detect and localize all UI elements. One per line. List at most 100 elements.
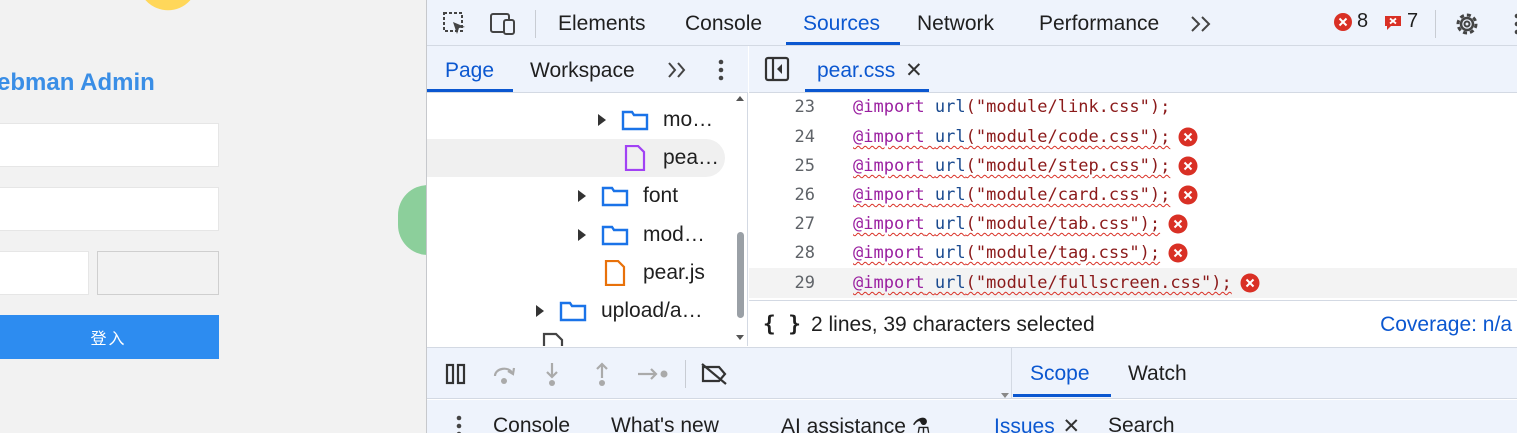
login-button[interactable]: 登入: [0, 315, 219, 359]
devtools-panel: Elements Console Sources Network Perform…: [426, 0, 1517, 433]
code-keyword: @import: [853, 185, 925, 205]
scroll-down-arrow-icon[interactable]: [735, 334, 745, 342]
code-text: @import url("module/link.css");: [853, 97, 1170, 117]
code-line[interactable]: 23 @import url("module/link.css");: [749, 92, 1517, 122]
open-file-tab[interactable]: pear.css ✕: [817, 46, 923, 93]
devtools-main-toolbar: Elements Console Sources Network Perform…: [427, 0, 1517, 46]
close-tab-icon[interactable]: ✕: [1063, 415, 1081, 433]
tab-scope[interactable]: Scope: [1030, 348, 1090, 398]
editor-tab-strip: pear.css ✕: [749, 46, 1517, 93]
drawer-tab-issues[interactable]: Issues ✕: [994, 414, 1080, 433]
toggle-navigator-icon[interactable]: [763, 55, 791, 83]
tree-folder[interactable]: upload/a…: [533, 292, 703, 330]
code-argument: ("module/fullscreen.css");: [965, 273, 1232, 293]
step-into-icon[interactable]: [537, 359, 567, 389]
tab-elements[interactable]: Elements: [558, 0, 646, 46]
tab-page[interactable]: Page: [445, 46, 494, 93]
code-line[interactable]: 25 @import url("module/step.css");: [749, 151, 1517, 181]
error-badge-icon[interactable]: [1168, 243, 1188, 263]
resize-handle-icon[interactable]: [1001, 393, 1009, 399]
more-tabs-chevron-icon[interactable]: [1187, 10, 1215, 38]
tree-folder[interactable]: mo…: [595, 101, 713, 139]
step-out-icon[interactable]: [587, 359, 617, 389]
tree-folder[interactable]: mod…: [575, 216, 705, 254]
code-function: url: [934, 243, 966, 263]
line-number: 24: [794, 127, 815, 147]
step-icon[interactable]: [635, 359, 671, 389]
issues-counter[interactable]: 7: [1383, 10, 1418, 33]
tab-watch[interactable]: Watch: [1128, 348, 1187, 398]
device-toolbar-icon[interactable]: [489, 10, 517, 38]
code-line-current[interactable]: 29 @import url("module/fullscreen.css");: [749, 268, 1517, 298]
tree-file-partial[interactable]: [539, 330, 581, 346]
drawer-tab-search[interactable]: Search: [1108, 414, 1175, 433]
captcha-field[interactable]: [0, 251, 89, 295]
scroll-up-arrow-icon[interactable]: [735, 94, 745, 102]
debugger-toolbar: Scope Watch: [427, 347, 1517, 399]
code-line[interactable]: 27 @import url("module/tab.css");: [749, 209, 1517, 239]
line-number: 26: [794, 185, 815, 205]
caret-right-icon[interactable]: [575, 189, 589, 203]
settings-gear-icon[interactable]: [1453, 10, 1481, 38]
code-line[interactable]: 26 @import url("module/card.css");: [749, 180, 1517, 210]
pretty-print-braces-icon[interactable]: { }: [763, 312, 801, 336]
drawer-menu-icon[interactable]: [445, 412, 473, 433]
folder-icon: [621, 107, 649, 133]
code-keyword: @import: [853, 243, 925, 263]
pause-icon[interactable]: [441, 359, 471, 389]
drawer-tab-issues-label: Issues: [994, 415, 1055, 433]
captcha-image[interactable]: [97, 251, 219, 295]
tree-item-label: mod…: [643, 223, 705, 246]
tab-performance[interactable]: Performance: [1039, 0, 1159, 46]
tree-folder[interactable]: font: [575, 177, 678, 215]
coverage-link[interactable]: Coverage: n/a: [1380, 313, 1512, 337]
active-tab-indicator: [786, 42, 900, 45]
error-badge-icon[interactable]: [1178, 156, 1198, 176]
tab-network[interactable]: Network: [917, 0, 994, 46]
error-badge-icon[interactable]: [1178, 127, 1198, 147]
page-title: ebman Admin: [0, 69, 155, 96]
line-number: 25: [794, 156, 815, 176]
tab-console[interactable]: Console: [685, 0, 762, 46]
error-badge-icon[interactable]: [1168, 214, 1188, 234]
error-counter[interactable]: 8: [1333, 10, 1368, 33]
error-badge-icon[interactable]: [1240, 273, 1260, 293]
error-badge-icon[interactable]: [1178, 185, 1198, 205]
folder-icon: [601, 222, 629, 248]
code-keyword: @import: [853, 156, 925, 176]
navigator-menu-icon[interactable]: [707, 56, 735, 84]
username-field[interactable]: [0, 123, 219, 167]
code-line[interactable]: 24 @import url("module/code.css");: [749, 122, 1517, 152]
line-number: 27: [794, 214, 815, 234]
drawer-tab-whats-new[interactable]: What's new: [611, 414, 719, 433]
more-options-icon[interactable]: [1503, 10, 1517, 38]
tree-file-selected[interactable]: pea…: [427, 139, 725, 177]
css-file-icon: [621, 145, 649, 171]
folder-icon: [601, 183, 629, 209]
toolbar-divider: [685, 360, 686, 388]
code-argument: ("module/card.css");: [965, 185, 1171, 205]
drawer-tab-console[interactable]: Console: [493, 414, 570, 433]
deactivate-breakpoints-icon[interactable]: [699, 359, 729, 389]
code-line[interactable]: 28 @import url("module/tag.css");: [749, 238, 1517, 268]
code-text: @import url("module/tab.css");: [853, 214, 1160, 234]
caret-right-icon[interactable]: [575, 228, 589, 242]
caret-right-icon[interactable]: [533, 304, 547, 318]
code-argument: ("module/code.css");: [965, 127, 1171, 147]
close-tab-icon[interactable]: ✕: [905, 59, 923, 82]
navigator-scrollbar-thumb[interactable]: [737, 232, 744, 318]
tab-sources[interactable]: Sources: [803, 0, 880, 46]
code-keyword: @import: [853, 127, 925, 147]
drawer-tab-ai-assistance[interactable]: AI assistance ⚗: [781, 414, 931, 433]
sidebar-active-indicator: [1013, 394, 1111, 397]
step-over-icon[interactable]: [489, 359, 519, 389]
more-navigator-tabs-icon[interactable]: [663, 56, 691, 84]
navigator-active-indicator: [427, 89, 513, 92]
tab-workspace[interactable]: Workspace: [530, 46, 635, 93]
tree-file[interactable]: pear.js: [601, 254, 705, 292]
caret-right-icon[interactable]: [595, 113, 609, 127]
tree-item-label: pea…: [663, 146, 720, 169]
tree-item-label: pear.js: [643, 261, 705, 284]
password-field[interactable]: [0, 187, 219, 231]
inspect-element-icon[interactable]: [441, 10, 469, 38]
